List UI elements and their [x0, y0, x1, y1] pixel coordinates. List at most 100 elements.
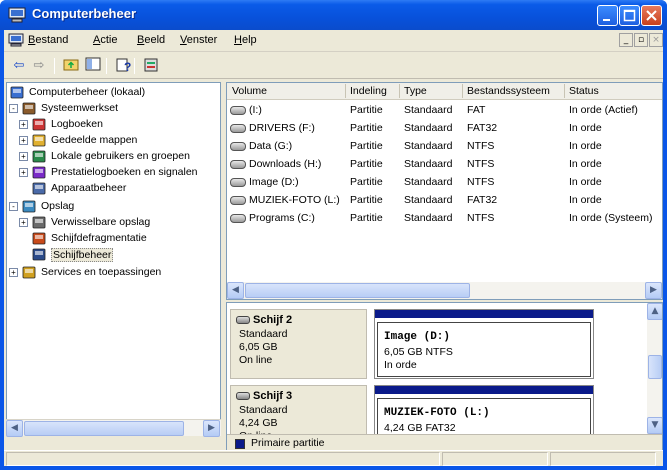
tree-item[interactable]: - Opslag — [7, 199, 220, 215]
event-viewer-icon — [32, 118, 46, 131]
table-cell: NTFS — [467, 212, 495, 224]
table-cell: (I:) — [249, 104, 262, 116]
scroll-right-button[interactable]: ▶ — [203, 420, 220, 437]
tree-item[interactable]: Schijfdefragmentatie — [7, 231, 220, 247]
scroll-down-button[interactable]: ▼ — [647, 417, 662, 434]
table-row[interactable]: MUZIEK-FOTO (L:) Partitie Standaard FAT32 In… — [227, 192, 662, 210]
table-cell: In orde — [569, 176, 602, 188]
tree-horizontal-scrollbar[interactable]: ◀ ▶ — [6, 419, 221, 437]
forward-arrow-icon[interactable]: ⇨ — [30, 57, 48, 75]
scroll-left-button[interactable]: ◀ — [6, 420, 23, 437]
mdi-minimize-button[interactable]: _ — [619, 33, 633, 47]
show-hide-tree-icon[interactable] — [84, 57, 102, 75]
expand-icon[interactable]: + — [19, 136, 28, 145]
close-icon — [646, 10, 657, 21]
table-cell: Programs (C:) — [249, 212, 315, 224]
column-header-type[interactable]: Type — [404, 85, 427, 97]
legend-label: Primaire partitie — [251, 437, 325, 449]
up-folder-icon[interactable] — [62, 57, 80, 75]
tree-item[interactable]: + Verwisselbare opslag — [7, 215, 220, 231]
column-header-status[interactable]: Status — [569, 85, 599, 97]
tree-item[interactable]: + Logboeken — [7, 117, 220, 133]
disk-graphical-view[interactable]: Schijf 2 Standaard 6,05 GB On line Image (D:… — [226, 302, 663, 452]
title-bar[interactable]: Computerbeheer — [0, 0, 667, 30]
menu-beeld[interactable]: Beeld — [137, 34, 165, 46]
table-row[interactable]: Programs (C:) Partitie Standaard NTFS In ord… — [227, 210, 662, 228]
table-cell: Partitie — [350, 176, 383, 188]
mdi-restore-button[interactable]: ▫ — [634, 33, 648, 47]
disk-vertical-scrollbar[interactable]: ▲ ▼ — [647, 303, 662, 434]
back-arrow-icon[interactable]: ⇦ — [10, 57, 28, 75]
help-icon[interactable]: ? — [114, 57, 132, 75]
minimize-icon — [603, 19, 610, 21]
volume-list[interactable]: Volume Indeling Type Bestandssysteem Sta… — [226, 82, 663, 300]
toolbar: ⇦ ⇨ ? — [4, 53, 663, 79]
table-cell: Downloads (H:) — [249, 158, 322, 170]
tree-item[interactable]: - Systeemwerkset — [7, 101, 220, 117]
column-header-volume[interactable]: Volume — [232, 85, 267, 97]
tree-item-label: Gedeelde mappen — [51, 134, 138, 146]
table-row[interactable]: (I:) Partitie Standaard FAT In orde (Actief) — [227, 102, 662, 120]
maximize-icon — [623, 9, 636, 22]
table-row[interactable]: Data (G:) Partitie Standaard NTFS In orde — [227, 138, 662, 156]
tree-item[interactable]: + Prestatielogboeken en signalen — [7, 165, 220, 181]
collapse-icon[interactable]: - — [9, 202, 18, 211]
drive-icon — [230, 178, 246, 187]
disk-label[interactable]: Schijf 2 Standaard 6,05 GB On line — [230, 309, 367, 379]
expand-icon[interactable]: + — [19, 218, 28, 227]
tree-item[interactable]: + Gedeelde mappen — [7, 133, 220, 149]
scroll-up-button[interactable]: ▲ — [647, 303, 662, 320]
properties-icon[interactable] — [142, 57, 160, 75]
maximize-button[interactable] — [619, 5, 640, 26]
scroll-left-button[interactable]: ◀ — [227, 282, 244, 299]
minimize-button[interactable] — [597, 5, 618, 26]
scroll-thumb[interactable] — [245, 283, 470, 298]
tree-item[interactable]: Schijfbeheer — [7, 247, 220, 263]
menu-actie[interactable]: Actie — [93, 34, 117, 46]
scroll-thumb[interactable] — [648, 355, 662, 379]
close-button[interactable] — [641, 5, 662, 26]
mdi-close-button[interactable]: × — [649, 33, 663, 47]
console-tree[interactable]: Computerbeheer (lokaal) - Systeemwerkset + L… — [6, 82, 221, 436]
disk-icon — [236, 316, 250, 324]
partition-block[interactable]: Image (D:) 6,05 GB NTFS In orde — [374, 309, 594, 379]
table-row[interactable]: DRIVERS (F:) Partitie Standaard FAT32 In ord… — [227, 120, 662, 138]
collapse-icon[interactable]: - — [9, 104, 18, 113]
table-row[interactable]: Downloads (H:) Partitie Standaard NTFS In or… — [227, 156, 662, 174]
volume-list-header: Volume Indeling Type Bestandssysteem Sta… — [227, 83, 662, 100]
tree-item[interactable]: + Lokale gebruikers en groepen — [7, 149, 220, 165]
tree-item-label: Lokale gebruikers en groepen — [51, 150, 190, 162]
status-bar-panel — [6, 452, 440, 466]
expand-icon[interactable]: + — [19, 120, 28, 129]
table-cell: Partitie — [350, 104, 383, 116]
expand-icon[interactable]: + — [9, 268, 18, 277]
expand-icon[interactable]: + — [19, 168, 28, 177]
table-cell: Partitie — [350, 158, 383, 170]
tools-icon — [22, 102, 36, 115]
column-header-indeling[interactable]: Indeling — [350, 85, 387, 97]
tree-item-label: Schijfdefragmentatie — [51, 232, 147, 244]
scroll-right-button[interactable]: ▶ — [645, 282, 662, 299]
volume-horizontal-scrollbar[interactable]: ◀ ▶ — [227, 282, 662, 299]
tree-item[interactable]: Computerbeheer (lokaal) — [7, 85, 220, 101]
tree-item[interactable]: Apparaatbeheer — [7, 181, 220, 197]
menu-bestand[interactable]: Bestand — [28, 34, 68, 46]
storage-icon — [22, 200, 36, 213]
menu-venster[interactable]: Venster — [180, 34, 217, 46]
window: Computerbeheer Bestand Actie Beeld Venst… — [0, 0, 667, 470]
table-cell: FAT32 — [467, 194, 498, 206]
disk-name: Schijf 3 — [253, 390, 293, 402]
disk-icon — [236, 392, 250, 400]
partition-name: MUZIEK-FOTO (L:) — [384, 407, 490, 419]
drive-icon — [230, 196, 246, 205]
column-header-bestandssysteem[interactable]: Bestandssysteem — [467, 85, 550, 97]
menu-help[interactable]: Help — [234, 34, 257, 46]
system-menu-icon[interactable] — [8, 33, 24, 47]
disk-type: Standaard — [239, 328, 288, 340]
scroll-thumb[interactable] — [24, 421, 184, 436]
tree-item[interactable]: + Services en toepassingen — [7, 265, 220, 281]
table-cell: MUZIEK-FOTO (L:) — [249, 194, 340, 206]
table-cell: NTFS — [467, 140, 495, 152]
expand-icon[interactable]: + — [19, 152, 28, 161]
table-row[interactable]: Image (D:) Partitie Standaard NTFS In orde — [227, 174, 662, 192]
